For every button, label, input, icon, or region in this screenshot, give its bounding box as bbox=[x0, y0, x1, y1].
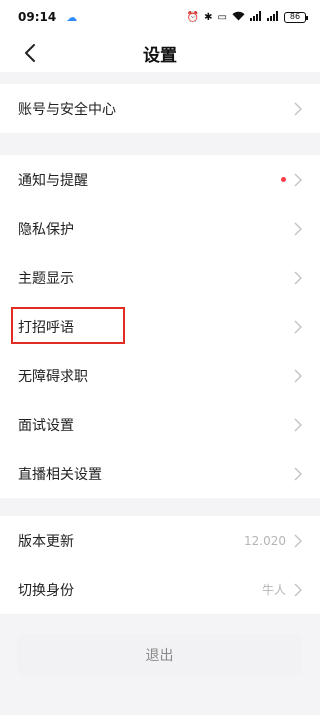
settings-item-notifications[interactable]: 通知与提醒 bbox=[0, 155, 320, 204]
settings-item-switch-identity[interactable]: 切换身份 牛人 bbox=[0, 565, 320, 614]
settings-item-label: 无障碍求职 bbox=[18, 368, 88, 385]
chevron-right-icon bbox=[294, 467, 302, 481]
signal-icon bbox=[267, 10, 279, 24]
wifi-icon bbox=[232, 11, 245, 24]
settings-item-theme[interactable]: 主题显示 bbox=[0, 253, 320, 302]
settings-item-account-security[interactable]: 账号与安全中心 bbox=[0, 84, 320, 133]
settings-item-label: 隐私保护 bbox=[18, 221, 74, 238]
settings-item-accessibility[interactable]: 无障碍求职 bbox=[0, 351, 320, 400]
settings-item-privacy[interactable]: 隐私保护 bbox=[0, 204, 320, 253]
settings-item-greeting[interactable]: 打招呼语 bbox=[0, 302, 320, 351]
settings-item-version[interactable]: 版本更新 12.020 bbox=[0, 516, 320, 565]
settings-item-live[interactable]: 直播相关设置 bbox=[0, 449, 320, 498]
status-time: 09:14 bbox=[18, 10, 57, 24]
cloud-icon: ☁ bbox=[66, 10, 78, 24]
nfc-icon: ▭ bbox=[217, 11, 227, 23]
settings-item-label: 面试设置 bbox=[18, 417, 74, 434]
chevron-right-icon bbox=[294, 222, 302, 236]
settings-item-value: 牛人 bbox=[261, 583, 286, 597]
chevron-right-icon bbox=[294, 271, 302, 285]
chevron-right-icon bbox=[294, 583, 302, 597]
alarm-icon: ⏰ bbox=[186, 11, 200, 23]
unread-dot bbox=[281, 177, 286, 182]
settings-group-account: 账号与安全中心 bbox=[0, 84, 320, 133]
chevron-right-icon bbox=[294, 173, 302, 187]
settings-item-label: 主题显示 bbox=[18, 270, 74, 287]
settings-item-interview[interactable]: 面试设置 bbox=[0, 400, 320, 449]
page-title: 设置 bbox=[143, 45, 177, 66]
settings-item-label: 版本更新 bbox=[18, 533, 74, 550]
bluetooth-icon: ✱ bbox=[204, 11, 213, 23]
chevron-right-icon bbox=[294, 320, 302, 334]
settings-group-general: 通知与提醒 隐私保护 主题显示 打招呼语 无障碍求职 面试设置 直播相关设置 bbox=[0, 155, 320, 498]
settings-item-label: 打招呼语 bbox=[18, 319, 74, 336]
status-bar: 09:14 ☁ ⏰ ✱ ▭ 86 bbox=[0, 0, 320, 34]
chevron-left-icon bbox=[25, 44, 35, 62]
section-divider bbox=[0, 133, 320, 155]
settings-item-label: 通知与提醒 bbox=[18, 172, 88, 189]
settings-item-label: 直播相关设置 bbox=[18, 466, 102, 483]
nav-bar: 设置 bbox=[0, 34, 320, 72]
battery-indicator: 86 bbox=[284, 11, 308, 23]
logout-button[interactable]: 退出 bbox=[17, 634, 302, 676]
chevron-right-icon bbox=[294, 418, 302, 432]
chevron-right-icon bbox=[294, 534, 302, 548]
chevron-right-icon bbox=[294, 369, 302, 383]
chevron-right-icon bbox=[294, 102, 302, 116]
settings-item-label: 账号与安全中心 bbox=[18, 101, 116, 118]
section-divider bbox=[0, 72, 320, 84]
back-button[interactable] bbox=[16, 39, 44, 67]
settings-item-value: 12.020 bbox=[244, 533, 286, 548]
settings-item-label: 切换身份 bbox=[18, 582, 74, 599]
settings-group-app: 版本更新 12.020 切换身份 牛人 bbox=[0, 516, 320, 614]
signal-icon bbox=[250, 10, 262, 24]
section-divider bbox=[0, 498, 320, 516]
